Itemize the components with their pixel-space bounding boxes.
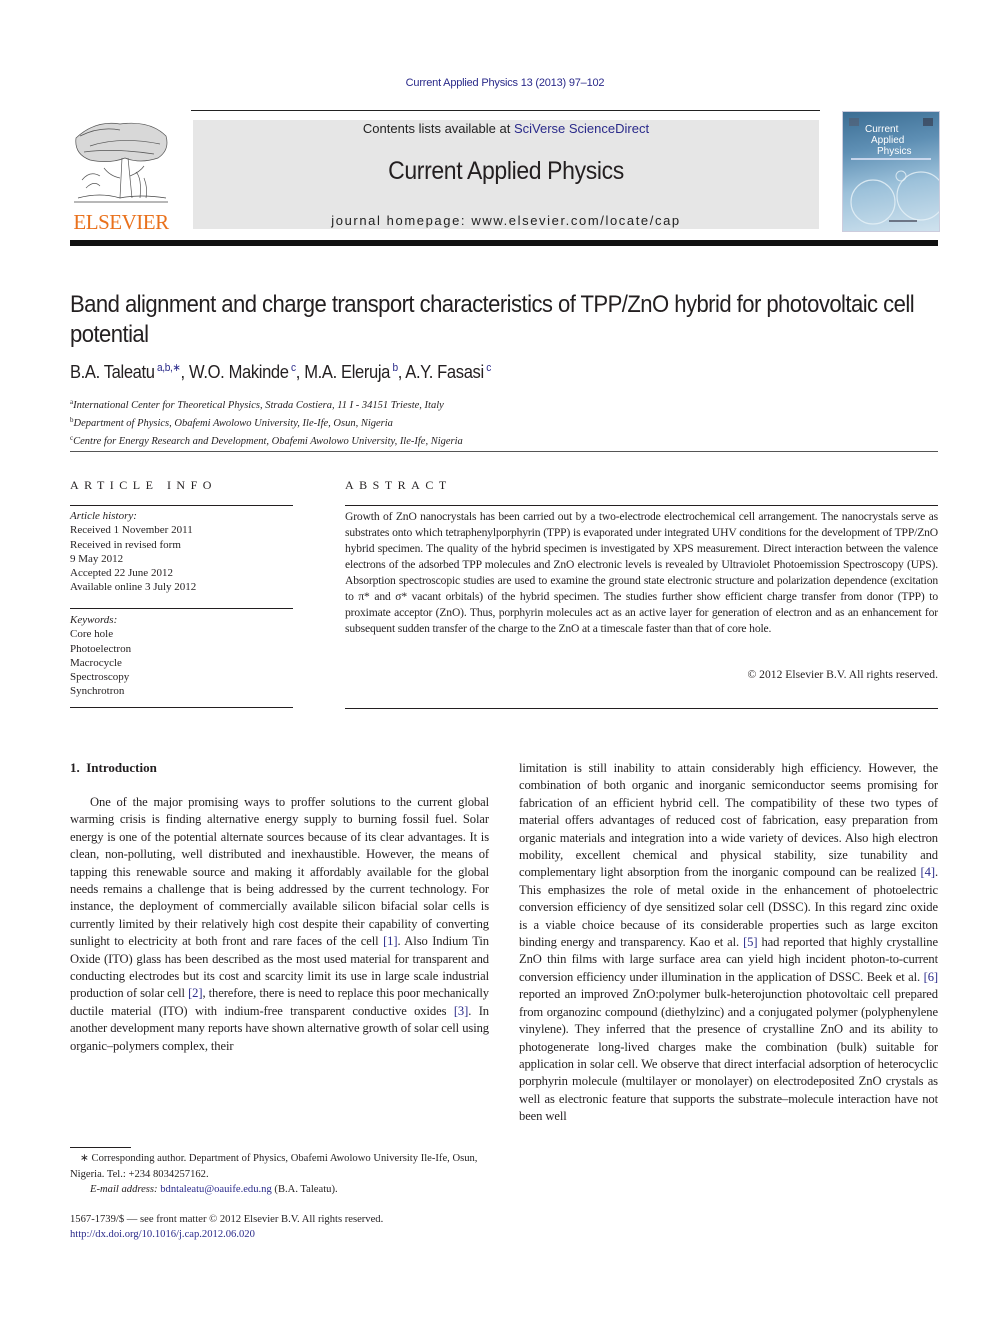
abstract-text: Growth of ZnO nanocrystals has been carr… xyxy=(345,510,938,635)
body-column-right: limitation is still inability to attain … xyxy=(519,760,938,1126)
section-rule xyxy=(70,451,938,452)
affiliation-text: International Center for Theoretical Phy… xyxy=(73,400,444,411)
history-item: Available online 3 July 2012 xyxy=(70,581,197,594)
issn-text: 1567-1739/$ — see front matter © 2012 El… xyxy=(70,1214,384,1225)
keywords-list: Keywords: Core hole Photoelectron Macroc… xyxy=(70,613,131,699)
citation-link[interactable]: [6] xyxy=(924,970,938,984)
header-thick-rule xyxy=(70,240,938,246)
affiliation-item: cCentre for Energy Research and Developm… xyxy=(70,431,463,449)
body-column-left: One of the major promising ways to proff… xyxy=(70,794,489,1055)
author-name: W.O. Makinde xyxy=(189,362,289,382)
affiliation-text: Department of Physics, Obafemi Awolowo U… xyxy=(73,418,393,429)
author-name: M.A. Eleruja xyxy=(304,362,391,382)
body-text: limitation is still inability to attain … xyxy=(519,761,938,880)
author-name: B.A. Taleatu xyxy=(70,362,155,382)
footnote-text: Corresponding author. Department of Phys… xyxy=(70,1153,478,1180)
contents-line: Contents lists available at SciVerse Sci… xyxy=(193,121,819,136)
journal-homepage-link[interactable]: journal homepage: www.elsevier.com/locat… xyxy=(193,213,819,228)
keyword-item: Core hole xyxy=(70,628,114,641)
keyword-item: Photoelectron xyxy=(70,642,132,655)
issn-line: 1567-1739/$ — see front matter © 2012 El… xyxy=(70,1212,383,1242)
section-heading-introduction: 1. Introduction xyxy=(70,760,157,775)
author-list: B.A. Taleatu a,b,∗, W.O. Makinde c, M.A.… xyxy=(70,361,491,383)
footnote-marker: ∗ xyxy=(80,1153,89,1164)
header-rule xyxy=(191,110,820,111)
corresponding-author-footnote: ∗ Corresponding author. Department of Ph… xyxy=(70,1151,490,1198)
affiliation-item: aInternational Center for Theoretical Ph… xyxy=(70,395,463,413)
citation-link[interactable]: [4] xyxy=(921,865,935,879)
affiliation-text: Centre for Energy Research and Developme… xyxy=(73,436,463,447)
abstract-rule xyxy=(345,505,938,506)
article-history: Article history: Received 1 November 201… xyxy=(70,509,196,595)
journal-masthead: Contents lists available at SciVerse Sci… xyxy=(193,120,819,229)
citation-link[interactable]: [1] xyxy=(383,934,397,948)
author-separator: , xyxy=(295,362,305,382)
article-info-rule xyxy=(70,707,293,708)
body-text: One of the major promising ways to proff… xyxy=(70,795,489,949)
history-item: Received 1 November 2011 xyxy=(70,524,193,537)
abstract-heading: ABSTRACT xyxy=(345,478,452,492)
citation-link[interactable]: [5] xyxy=(743,935,757,949)
elsevier-tree-icon xyxy=(70,118,172,208)
cover-title-line3: Physics xyxy=(877,146,912,157)
article-info-rule xyxy=(70,608,293,609)
article-info-heading: ARTICLE INFO xyxy=(70,478,217,492)
history-item: Accepted 22 June 2012 xyxy=(70,567,173,580)
email-suffix: (B.A. Taleatu). xyxy=(271,1184,338,1195)
keyword-item: Macrocycle xyxy=(70,656,122,669)
email-link[interactable]: bdntaleatu@oauife.edu.ng xyxy=(160,1184,272,1195)
article-title: Band alignment and charge transport char… xyxy=(70,291,915,348)
cover-title-line2: Applied xyxy=(871,135,905,146)
abstract-copyright: © 2012 Elsevier B.V. All rights reserved… xyxy=(747,668,938,681)
author-affiliation-link[interactable]: c xyxy=(484,362,491,374)
journal-cover-image: Current Applied Physics xyxy=(842,111,940,232)
doi-link[interactable]: http://dx.doi.org/10.1016/j.cap.2012.06.… xyxy=(70,1229,255,1240)
history-item: 9 May 2012 xyxy=(70,552,124,565)
author-name: A.Y. Fasasi xyxy=(405,362,484,382)
contents-prefix: Contents lists available at xyxy=(362,121,514,136)
article-info-rule xyxy=(70,505,293,506)
email-label: E-mail address: xyxy=(90,1184,158,1195)
body-text: reported an improved ZnO:polymer bulk-he… xyxy=(519,987,938,1124)
keyword-item: Synchrotron xyxy=(70,685,125,698)
elsevier-wordmark: ELSEVIER xyxy=(73,210,169,234)
author-affiliation-link[interactable]: a,b,∗ xyxy=(155,362,181,374)
elsevier-logo: ELSEVIER xyxy=(70,118,172,236)
affiliation-item: bDepartment of Physics, Obafemi Awolowo … xyxy=(70,413,463,431)
sciencedirect-link[interactable]: SciVerse ScienceDirect xyxy=(514,121,649,136)
history-item: Received in revised form xyxy=(70,538,181,551)
abstract-rule xyxy=(345,708,938,709)
footnote-rule xyxy=(70,1147,131,1148)
citation-link[interactable]: [3] xyxy=(454,1004,468,1018)
journal-citation-link[interactable]: Current Applied Physics 13 (2013) 97–102 xyxy=(0,77,992,89)
journal-name: Current Applied Physics xyxy=(388,157,624,185)
affiliation-list: aInternational Center for Theoretical Ph… xyxy=(70,395,463,449)
keywords-label: Keywords: xyxy=(70,614,118,626)
citation-link[interactable]: [2] xyxy=(188,986,202,1000)
keyword-item: Spectroscopy xyxy=(70,671,130,684)
history-label: Article history: xyxy=(70,510,137,522)
cover-title-line1: Current xyxy=(865,124,899,135)
